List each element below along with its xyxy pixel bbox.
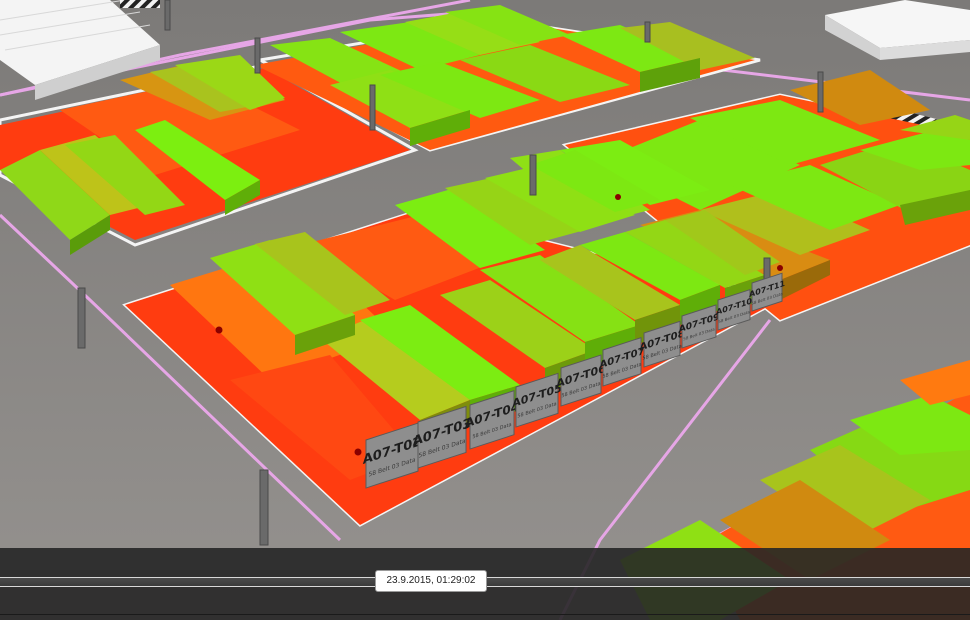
timeline-timestamp[interactable]: 23.9.2015, 01:29:02	[375, 570, 487, 592]
timeline-divider	[0, 614, 970, 615]
timeline-bar[interactable]: 23.9.2015, 01:29:02	[0, 548, 970, 620]
scene-canvas[interactable]: A07-T0258 Belt 03 DataA07-T0358 Belt 03 …	[0, 0, 970, 620]
hazard-strip	[120, 0, 160, 8]
warehouse-3d-scene[interactable]: A07-T02 58 Belt 03 Data A07-T03 58 Belt 03 …	[0, 0, 970, 620]
